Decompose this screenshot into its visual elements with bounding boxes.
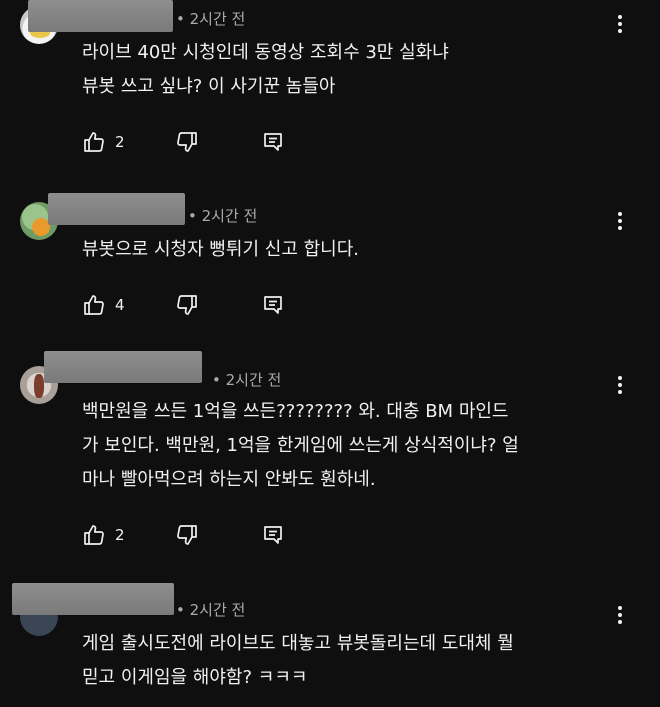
comment-text-line: 믿고 이게임을 해야함? ㅋㅋㅋ: [82, 667, 308, 688]
thumb-down-icon: [177, 525, 197, 545]
like-count: 2: [115, 526, 125, 544]
more-vert-icon: [618, 606, 622, 624]
dislike-button[interactable]: [175, 293, 199, 317]
comment-text: 백만원을 쓰든 1억을 쓰든???????? 와. 대충 BM 마인드 가 보인…: [82, 395, 519, 497]
comment-text-line: 뷰봇으로 시청자 뻥튀기 신고 합니다.: [82, 239, 360, 260]
redacted-author-name: [48, 193, 185, 225]
comment-timestamp: • 2시간 전: [212, 371, 282, 389]
redacted-author-name: [44, 351, 202, 383]
like-count: 4: [115, 296, 125, 314]
like-count: 2: [115, 133, 125, 151]
dislike-button[interactable]: [175, 130, 199, 154]
more-options-button[interactable]: [610, 12, 630, 36]
reply-comment-icon: [264, 296, 282, 314]
thumb-down-icon: [177, 295, 197, 315]
comment-timestamp: • 2시간 전: [176, 10, 246, 28]
comment-text-line: 가 보인다. 백만원, 1억을 한게임에 쓰는게 상식적이냐? 얼: [82, 435, 519, 456]
comment-text-line: 뷰봇 쓰고 싶냐? 이 사기꾼 놈들아: [82, 76, 336, 97]
more-vert-icon: [618, 212, 622, 230]
reply-button[interactable]: [261, 130, 285, 154]
like-button[interactable]: 2: [82, 523, 129, 547]
thumb-up-icon: [84, 525, 104, 545]
reply-button[interactable]: [261, 293, 285, 317]
like-button[interactable]: 4: [82, 293, 129, 317]
more-options-button[interactable]: [610, 373, 630, 397]
dislike-button[interactable]: [175, 523, 199, 547]
comment-text-line: 백만원을 쓰든 1억을 쓰든???????? 와. 대충 BM 마인드: [82, 401, 509, 422]
comment-text-line: 게임 출시도전에 라이브도 대놓고 뷰봇돌리는데 도대체 뭘: [82, 633, 514, 654]
reply-comment-icon: [264, 526, 282, 544]
comment-actions: 2: [82, 521, 285, 549]
like-button[interactable]: 2: [82, 130, 129, 154]
redacted-author-name: [12, 583, 174, 615]
more-vert-icon: [618, 15, 622, 33]
comment-text: 라이브 40만 시청인데 동영상 조회수 3만 실화냐 뷰봇 쓰고 싶냐? 이 …: [82, 36, 449, 104]
thumb-down-icon: [177, 132, 197, 152]
redacted-author-name: [28, 0, 173, 32]
comment-text-line: 마나 빨아먹으려 하는지 안봐도 훤하네.: [82, 469, 376, 490]
comment-actions: 2: [82, 128, 285, 156]
more-options-button[interactable]: [610, 603, 630, 627]
thumb-up-icon: [84, 132, 104, 152]
comment-timestamp: • 2시간 전: [188, 207, 258, 225]
comment-text: 뷰봇으로 시청자 뻥튀기 신고 합니다.: [82, 233, 359, 267]
comment-text-line: 라이브 40만 시청인데 동영상 조회수 3만 실화냐: [82, 42, 449, 63]
reply-button[interactable]: [261, 523, 285, 547]
comment-actions: 4: [82, 291, 285, 319]
more-vert-icon: [618, 376, 622, 394]
reply-comment-icon: [264, 133, 282, 151]
comment-text: 게임 출시도전에 라이브도 대놓고 뷰봇돌리는데 도대체 뭘 믿고 이게임을 해…: [82, 627, 514, 695]
thumb-up-icon: [84, 295, 104, 315]
more-options-button[interactable]: [610, 209, 630, 233]
comment-timestamp: • 2시간 전: [176, 601, 246, 619]
